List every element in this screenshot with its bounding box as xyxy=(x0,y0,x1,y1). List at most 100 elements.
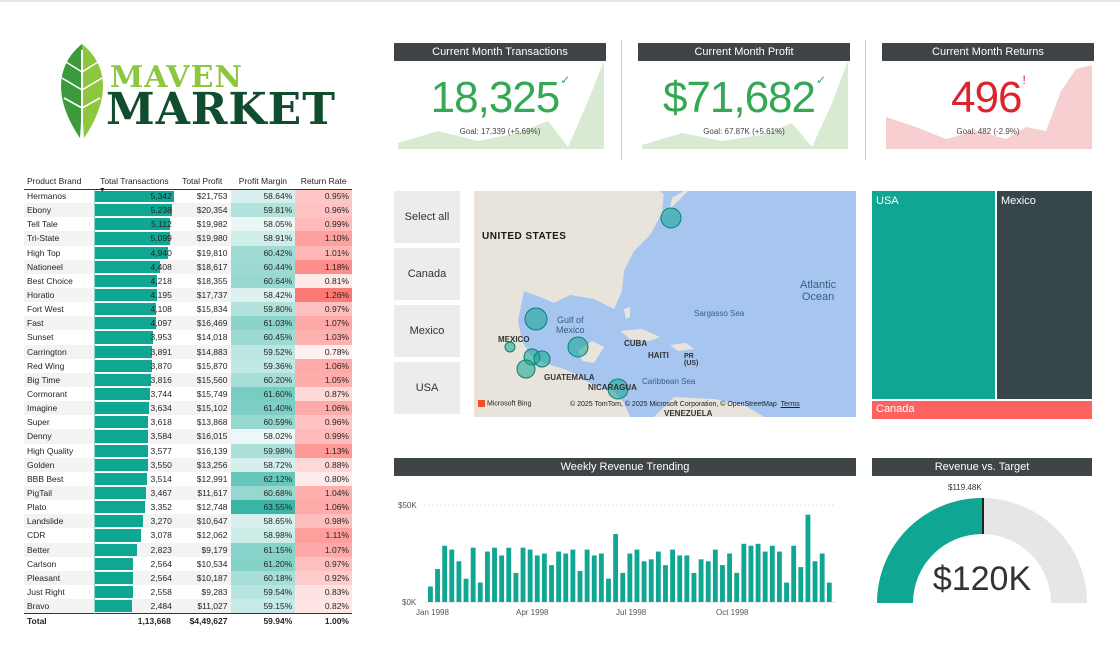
revenue-bar[interactable] xyxy=(499,555,505,602)
kpi-returns-card[interactable]: Current Month Returns 496! Goal: 482 (-2… xyxy=(882,43,1094,153)
revenue-bar[interactable] xyxy=(534,555,540,602)
map-terms-link[interactable]: Terms xyxy=(781,401,800,408)
table-row[interactable]: Bravo 2,484 $11,027 59.15% 0.82% xyxy=(24,599,352,614)
table-row[interactable]: Horatio 4,195 $17,737 58.42% 1.26% xyxy=(24,287,352,303)
revenue-bar[interactable] xyxy=(727,553,732,603)
revenue-bar[interactable] xyxy=(456,561,462,602)
kpi-profit-card[interactable]: Current Month Profit $71,682✓ Goal: 67.8… xyxy=(638,43,850,153)
revenue-bar[interactable] xyxy=(812,561,818,602)
slicer-usa[interactable]: USA xyxy=(394,362,460,414)
revenue-bar[interactable] xyxy=(606,578,611,602)
revenue-bar[interactable] xyxy=(691,572,697,602)
weekly-revenue-chart[interactable]: $50K $0K Jan 1998 Apr 1998 Jul 1998 Oct … xyxy=(394,478,856,638)
revenue-bar[interactable] xyxy=(655,551,661,602)
table-row[interactable]: Best Choice 4,218 $18,355 60.64% 0.81% xyxy=(24,273,352,288)
revenue-bar[interactable] xyxy=(435,569,440,602)
revenue-bar[interactable] xyxy=(549,565,554,602)
revenue-bar[interactable] xyxy=(663,565,668,602)
revenue-bar[interactable] xyxy=(826,582,832,602)
table-row[interactable]: Carrington 3,891 $14,883 59.52% 0.78% xyxy=(24,344,352,359)
revenue-bar[interactable] xyxy=(748,545,754,602)
table-row[interactable]: Tell Tale 5,112 $19,982 58.05% 0.99% xyxy=(24,217,352,232)
revenue-bar[interactable] xyxy=(762,551,768,602)
revenue-bar[interactable] xyxy=(428,586,433,602)
table-row[interactable]: Better 2,823 $9,179 61.15% 1.07% xyxy=(24,542,352,557)
table-row[interactable]: Cormorant 3,744 $15,749 61.60% 0.87% xyxy=(24,386,352,402)
table-row[interactable]: Sunset 3,953 $14,018 60.45% 1.03% xyxy=(24,330,352,345)
store-location-map[interactable]: UNITED STATES MEXICO Atlantic Ocean Gulf … xyxy=(474,191,856,417)
table-row[interactable]: Denny 3,584 $16,015 58.02% 0.99% xyxy=(24,429,352,444)
table-row[interactable]: PigTail 3,467 $11,617 60.68% 1.04% xyxy=(24,485,352,501)
treemap-tile-canada[interactable]: Canada xyxy=(872,401,1092,419)
revenue-bar[interactable] xyxy=(598,553,604,603)
revenue-bar[interactable] xyxy=(627,553,633,603)
revenue-bar[interactable] xyxy=(798,567,804,602)
table-row[interactable]: Nationeel 4,408 $18,617 60.44% 1.18% xyxy=(24,259,352,274)
table-row[interactable]: CDR 3,078 $12,062 58.98% 1.11% xyxy=(24,528,352,543)
table-row[interactable]: High Quality 3,577 $16,139 59.98% 1.13% xyxy=(24,443,352,458)
revenue-bar[interactable] xyxy=(720,565,725,602)
table-row[interactable]: Hermanos 5,342 $21,753 58.64% 0.95% xyxy=(24,189,352,204)
revenue-bar[interactable] xyxy=(677,555,683,602)
revenue-bar[interactable] xyxy=(577,570,583,602)
table-row[interactable]: Fast 4,097 $16,469 61.03% 1.07% xyxy=(24,316,352,331)
table-row[interactable]: Red Wing 3,870 $15,870 59.36% 1.06% xyxy=(24,358,352,373)
store-bubble[interactable] xyxy=(516,359,536,379)
revenue-bar[interactable] xyxy=(698,559,704,602)
store-bubble[interactable] xyxy=(660,207,682,229)
revenue-bar[interactable] xyxy=(556,551,562,602)
store-bubble[interactable] xyxy=(533,350,551,368)
revenue-bar[interactable] xyxy=(584,549,590,602)
revenue-bar[interactable] xyxy=(520,547,526,602)
table-row[interactable]: Big Time 3,816 $15,560 60.20% 1.05% xyxy=(24,372,352,387)
revenue-bar[interactable] xyxy=(712,549,718,602)
revenue-bar[interactable] xyxy=(819,553,825,603)
brand-matrix-table[interactable]: Product Brand Total Transactions▼ Total … xyxy=(24,174,352,630)
revenue-bar[interactable] xyxy=(670,549,676,602)
slicer-select-all[interactable]: Select all xyxy=(394,191,460,243)
revenue-bar[interactable] xyxy=(506,547,512,602)
table-row[interactable]: Fort West 4,108 $15,834 59.80% 0.97% xyxy=(24,302,352,317)
store-bubble[interactable] xyxy=(524,307,548,331)
revenue-bar[interactable] xyxy=(805,514,811,602)
revenue-bar[interactable] xyxy=(777,551,782,602)
revenue-bar[interactable] xyxy=(513,572,519,602)
revenue-bar[interactable] xyxy=(784,582,789,602)
revenue-bar[interactable] xyxy=(705,561,711,602)
column-header-profit[interactable]: Total Profit xyxy=(173,174,231,190)
revenue-bar[interactable] xyxy=(613,534,619,602)
revenue-bar[interactable] xyxy=(563,553,569,603)
revenue-bar[interactable] xyxy=(541,553,547,603)
treemap-tile-mexico[interactable]: Mexico xyxy=(997,191,1092,399)
slicer-canada[interactable]: Canada xyxy=(394,248,460,300)
column-header-brand[interactable]: Product Brand xyxy=(24,174,95,190)
revenue-bar[interactable] xyxy=(684,555,690,602)
revenue-bar[interactable] xyxy=(484,551,490,602)
slicer-mexico[interactable]: Mexico xyxy=(394,305,460,357)
revenue-bar[interactable] xyxy=(492,547,497,602)
table-row[interactable]: High Top 4,940 $19,810 60.42% 1.01% xyxy=(24,245,352,260)
revenue-bar[interactable] xyxy=(634,549,640,602)
table-row[interactable]: Plato 3,352 $12,748 63.55% 1.06% xyxy=(24,500,352,515)
table-row[interactable]: Tri-State 5,099 $19,980 58.91% 1.10% xyxy=(24,231,352,246)
revenue-bar[interactable] xyxy=(755,543,761,602)
country-treemap[interactable]: USA Mexico Canada xyxy=(872,191,1092,419)
column-header-margin[interactable]: Profit Margin xyxy=(230,174,296,190)
table-row[interactable]: Super 3,618 $13,868 60.59% 0.96% xyxy=(24,415,352,430)
table-row[interactable]: Carlson 2,564 $10,534 61.20% 0.97% xyxy=(24,556,352,571)
table-row[interactable]: BBB Best 3,514 $12,991 62.12% 0.80% xyxy=(24,471,352,486)
table-row[interactable]: Just Right 2,558 $9,283 59.54% 0.83% xyxy=(24,584,352,600)
revenue-bar[interactable] xyxy=(477,582,483,602)
store-bubble[interactable] xyxy=(567,336,589,358)
revenue-bar[interactable] xyxy=(734,572,740,602)
treemap-tile-usa[interactable]: USA xyxy=(872,191,995,399)
table-row[interactable]: Golden 3,550 $13,256 58.72% 0.88% xyxy=(24,457,352,472)
revenue-bar[interactable] xyxy=(620,572,626,602)
revenue-bar[interactable] xyxy=(591,555,597,602)
column-header-transactions[interactable]: Total Transactions▼ xyxy=(94,174,174,194)
revenue-bar[interactable] xyxy=(648,559,654,602)
table-row[interactable]: Imagine 3,634 $15,102 61.40% 1.06% xyxy=(24,401,352,416)
revenue-bar[interactable] xyxy=(463,578,469,602)
revenue-bar[interactable] xyxy=(769,545,775,602)
revenue-bar[interactable] xyxy=(741,543,747,602)
